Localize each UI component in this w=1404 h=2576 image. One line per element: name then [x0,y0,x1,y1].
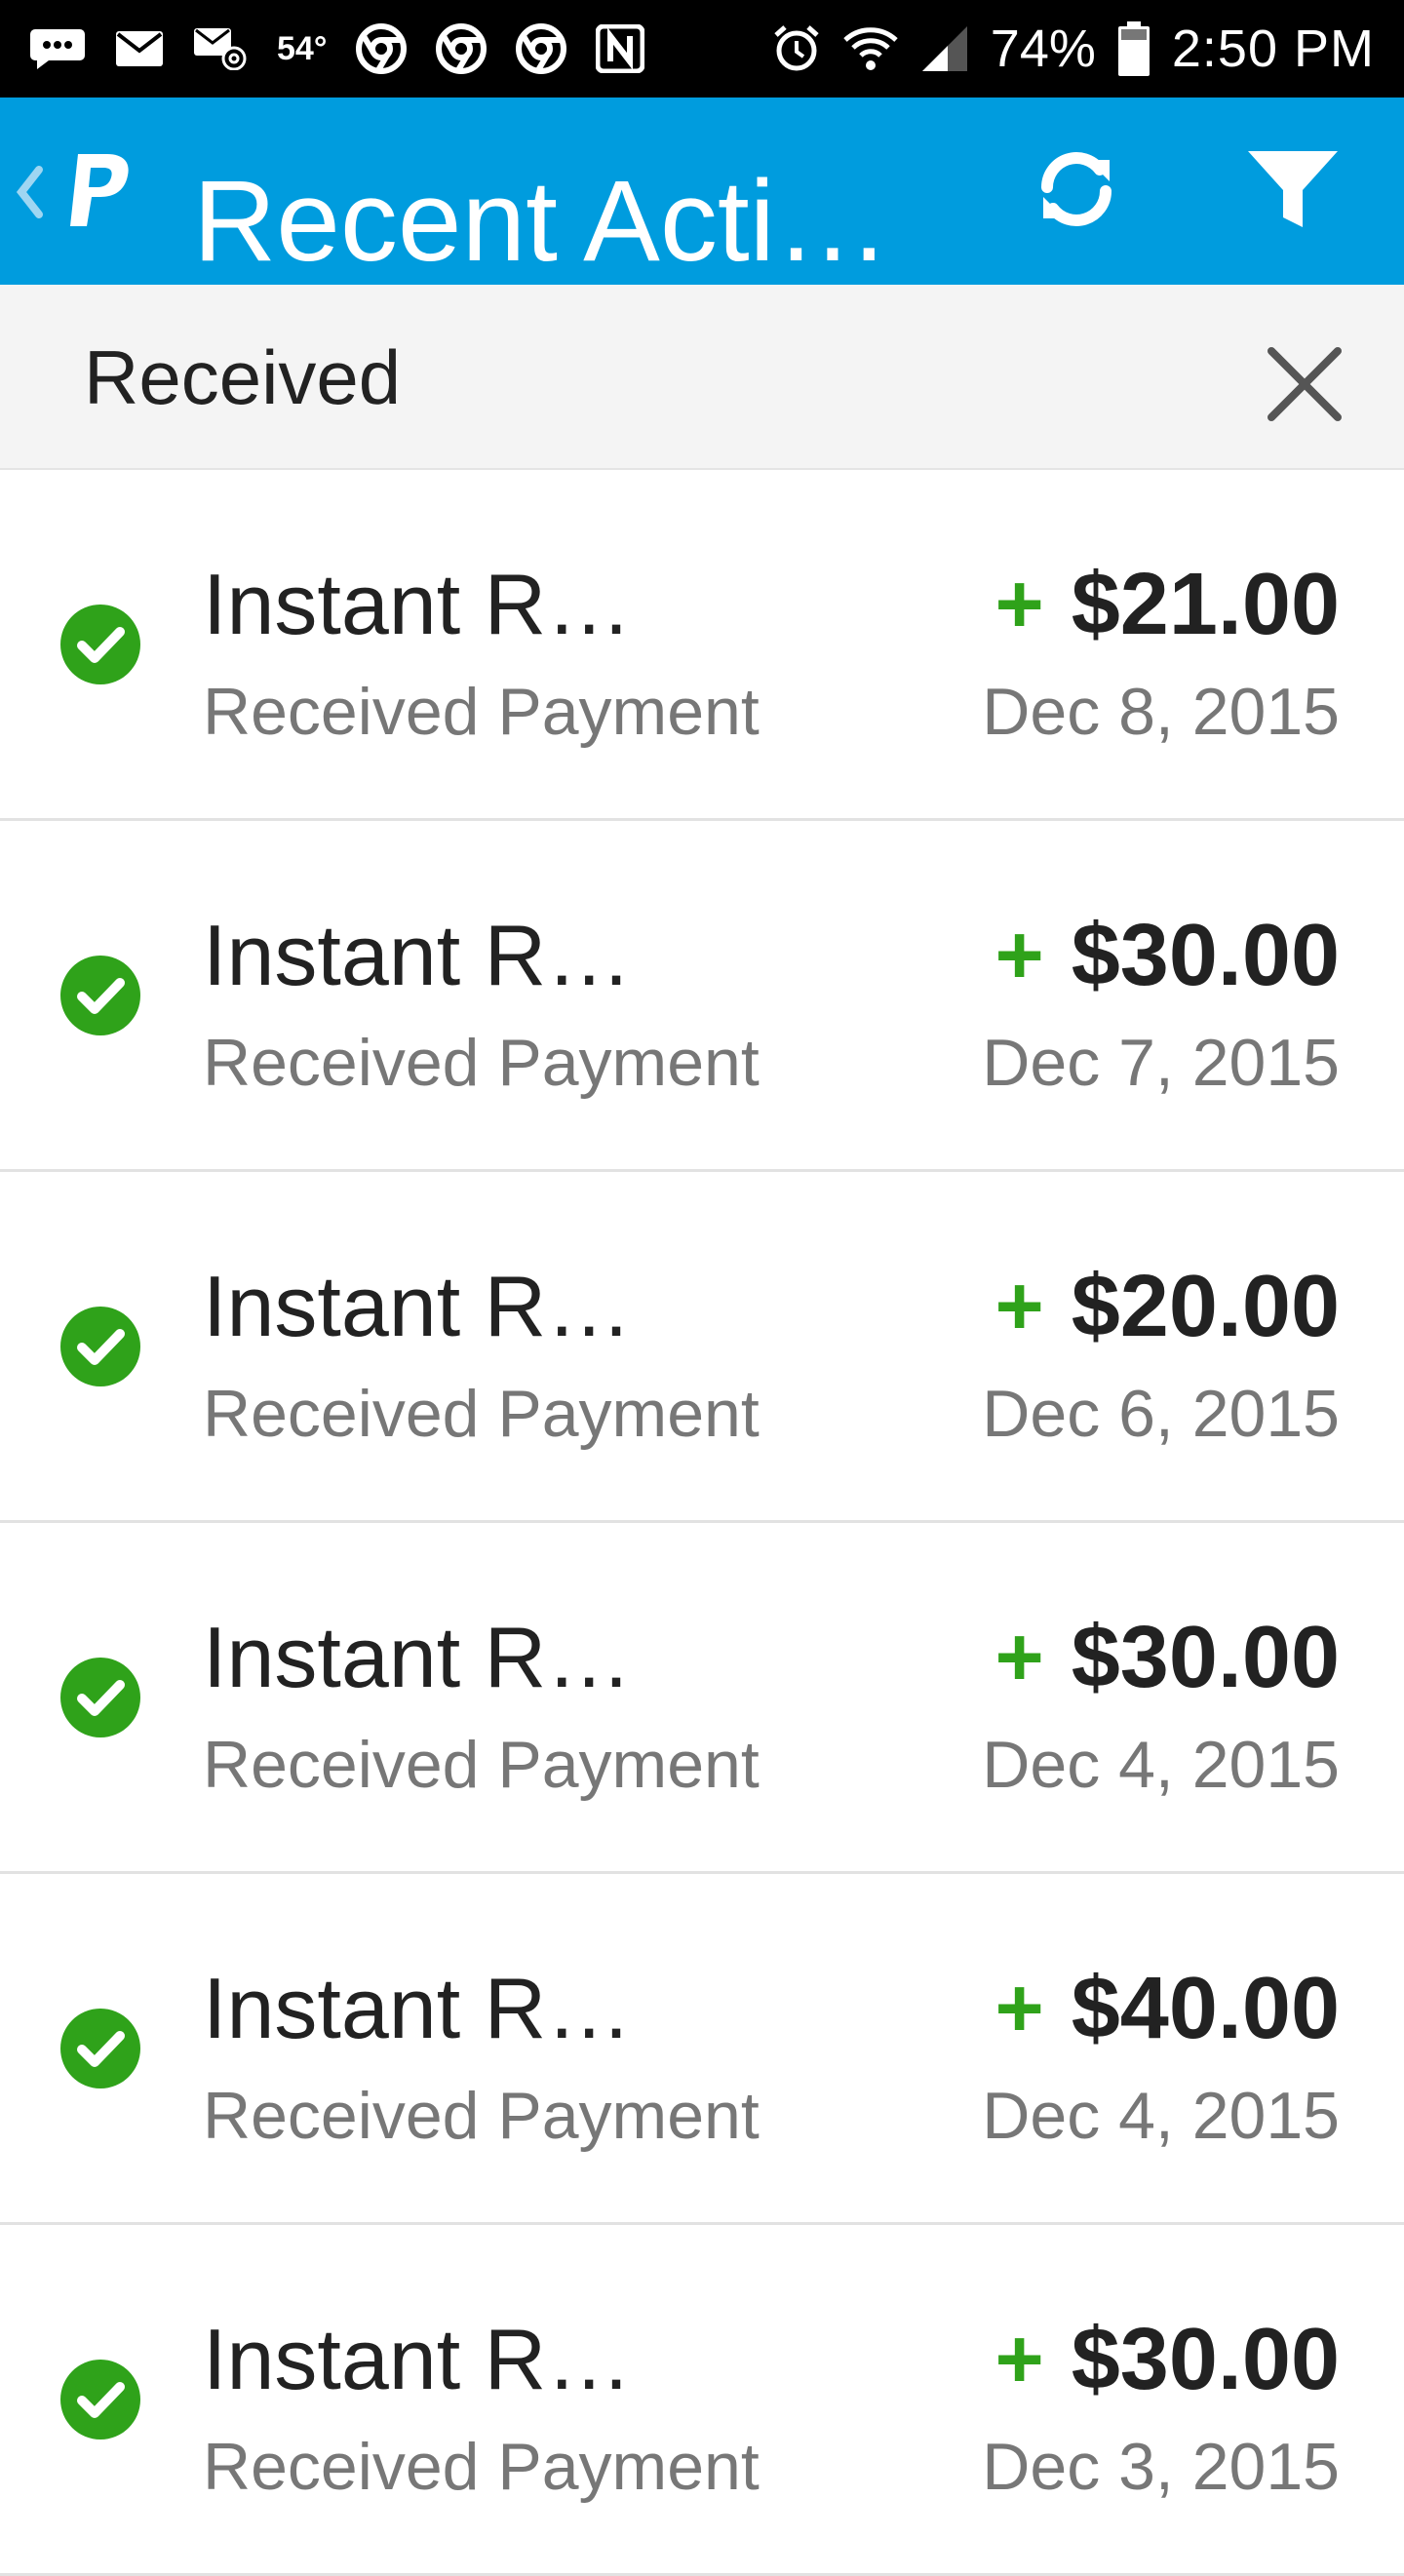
transaction-type: Received Payment [203,2079,760,2153]
transaction-date: Dec 6, 2015 [982,1377,1340,1451]
filter-button[interactable] [1238,137,1347,246]
page-title: Recent Acti… [193,157,890,286]
credit-sign: + [994,1611,1044,1704]
credit-sign: + [994,2313,1044,2406]
credit-sign: + [994,1962,1044,2055]
signal-icon [920,15,969,83]
transaction-date: Dec 4, 2015 [982,2079,1340,2153]
transaction-amount: + $20.00 [994,1258,1340,1355]
completed-check-icon [60,956,140,1035]
clear-filter-button[interactable] [1258,337,1351,431]
completed-check-icon [60,1307,140,1386]
transaction-amount: + $30.00 [994,907,1340,1004]
paypal-logo[interactable] [58,150,136,237]
transaction-type: Received Payment [203,2430,760,2504]
app-bar: Recent Acti… [0,98,1404,285]
status-bar: 54° 74% 2:50 PM [0,0,1404,98]
completed-check-icon [60,1658,140,1737]
transaction-row[interactable]: Instant R… Received Payment + $40.00 Dec… [0,1874,1404,2225]
amount-value: $30.00 [1071,2311,1340,2408]
close-icon [1258,347,1351,435]
transaction-row[interactable]: Instant R… Received Payment + $30.00 Dec… [0,1523,1404,1874]
status-bar-notifications: 54° [29,15,645,83]
filter-icon [1246,147,1340,236]
transaction-type: Received Payment [203,1728,760,1802]
transaction-date: Dec 4, 2015 [982,1728,1340,1802]
transaction-date: Dec 8, 2015 [982,675,1340,749]
transaction-date: Dec 3, 2015 [982,2430,1340,2504]
alarm-icon [772,15,821,83]
transaction-name: Instant R… [203,1960,633,2056]
clock-text: 2:50 PM [1171,20,1375,78]
transaction-row[interactable]: Instant R… Received Payment + $20.00 Dec… [0,1172,1404,1523]
wifi-icon [842,15,899,83]
transaction-amount: + $30.00 [994,2311,1340,2408]
chrome-icon [356,15,408,83]
transaction-date: Dec 7, 2015 [982,1026,1340,1100]
refresh-button[interactable] [1022,137,1131,246]
completed-check-icon [60,2360,140,2439]
amount-value: $40.00 [1071,1960,1340,2057]
chrome-icon [436,15,488,83]
status-bar-system: 74% 2:50 PM [772,15,1375,83]
active-filter-label: Received [84,334,402,420]
completed-check-icon [60,2009,140,2088]
transaction-amount: + $40.00 [994,1960,1340,2057]
credit-sign: + [994,1260,1044,1353]
transaction-type: Received Payment [203,1026,760,1100]
amount-value: $30.00 [1071,907,1340,1004]
completed-check-icon [60,605,140,684]
transaction-list: Instant R… Received Payment + $21.00 Dec… [0,470,1404,2576]
transaction-amount: + $21.00 [994,556,1340,653]
transaction-row[interactable]: Instant R… Received Payment + $21.00 Dec… [0,470,1404,821]
mail-icon [115,15,164,83]
transaction-name: Instant R… [203,556,633,652]
amount-value: $20.00 [1071,1258,1340,1355]
transaction-type: Received Payment [203,1377,760,1451]
back-chevron-icon[interactable] [14,164,45,225]
transaction-name: Instant R… [203,1258,633,1354]
credit-sign: + [994,558,1044,651]
transaction-name: Instant R… [203,2311,633,2407]
amount-value: $21.00 [1071,556,1340,653]
nfc-icon [596,15,645,83]
refresh-icon [1030,142,1123,241]
chrome-icon [516,15,567,83]
transaction-type: Received Payment [203,675,760,749]
transaction-name: Instant R… [203,1609,633,1705]
amount-value: $30.00 [1071,1609,1340,1706]
transaction-row[interactable]: Instant R… Received Payment + $30.00 Dec… [0,2225,1404,2576]
temperature-text: 54° [277,29,328,67]
transaction-row[interactable]: Instant R… Received Payment + $30.00 Dec… [0,821,1404,1172]
messages-icon [29,15,86,83]
battery-icon [1117,15,1150,83]
battery-percent-text: 74% [990,20,1096,78]
active-filter-bar: Received [0,285,1404,470]
transaction-name: Instant R… [203,907,633,1003]
email-at-icon [193,15,248,83]
credit-sign: + [994,909,1044,1002]
transaction-amount: + $30.00 [994,1609,1340,1706]
